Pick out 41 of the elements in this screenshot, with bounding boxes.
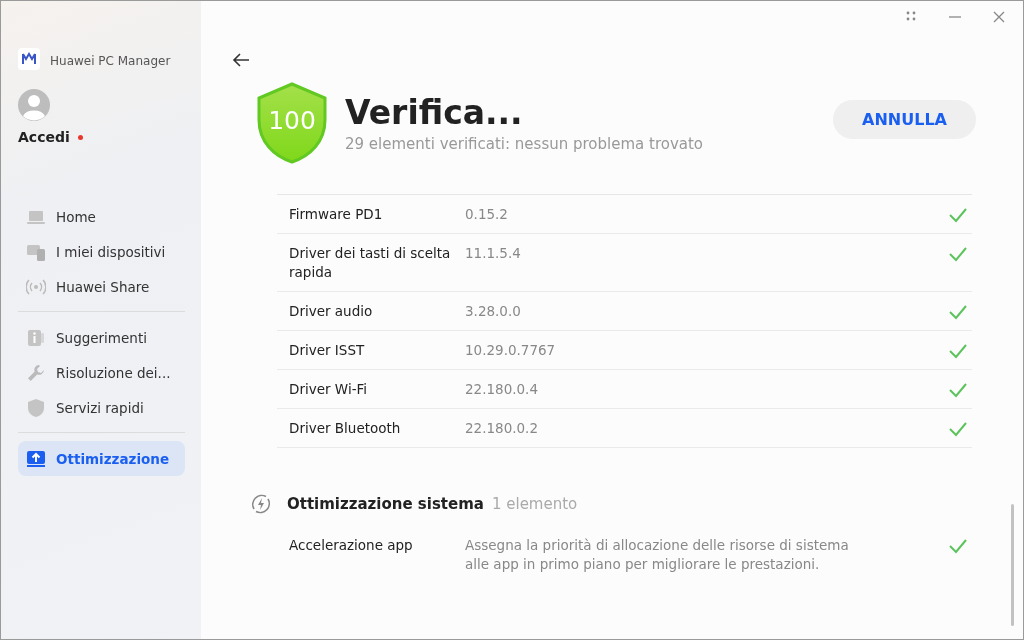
lightning-refresh-icon [249,492,273,516]
score-value: 100 [267,106,317,135]
item-name: Driver audio [289,302,374,321]
item-name: Driver dei tasti di scelta rapida [289,244,452,282]
sidebar-item[interactable]: I miei dispositivi [18,234,185,269]
item-detail: Assegna la priorità di allocazione delle risorse di sistema alle app in primo piano per migliorare le prestazioni. [465,536,850,574]
scrollbar-thumb[interactable] [1011,504,1014,626]
item-detail: 10.29.0.7767 [465,341,557,360]
shield-icon [26,397,46,418]
wireless-icon [26,276,46,297]
item-detail: 3.28.0.0 [465,302,522,321]
info-icon [26,327,46,348]
scan-summary: 29 elementi verificati: nessun problema trovato [345,135,705,153]
sign-in-link[interactable]: Accedi [18,129,70,145]
item-detail: 0.15.2 [465,205,509,224]
item-name: Firmware PD1 [289,205,384,224]
item-name: Accelerazione app [289,536,414,555]
item-name: Driver Wi-Fi [289,380,369,399]
app-logo [18,48,40,70]
scan-title: Verifica... [345,93,524,133]
item-name: Driver Bluetooth [289,419,402,438]
avatar-icon[interactable] [18,89,50,121]
item-detail: 22.180.0.4 [465,380,539,399]
item-detail: 22.180.0.2 [465,419,539,438]
sidebar-item[interactable]: Huawei Share [18,269,185,304]
sidebar-item[interactable]: Home [18,199,185,234]
cancel-button[interactable]: ANNULLA [833,99,976,139]
item-detail: 11.1.5.4 [465,244,522,263]
sidebar-item[interactable]: Ottimizzazione [18,441,185,476]
sidebar-item[interactable]: Suggerimenti [18,320,185,355]
section-count: 1 elemento [491,495,578,513]
back-arrow-icon[interactable] [232,51,250,69]
close-icon[interactable] [992,10,1006,24]
shield-icon [257,82,327,164]
wrench-icon [26,362,46,383]
monitor-upload-icon [26,448,46,469]
item-name: Driver ISST [289,341,366,360]
section-title: Ottimizzazione sistema [287,495,484,513]
sidebar-item[interactable]: Risoluzione dei... [18,355,185,390]
app-title: Huawei PC Manager [50,53,171,68]
sidebar-item[interactable]: Servizi rapidi [18,390,185,425]
